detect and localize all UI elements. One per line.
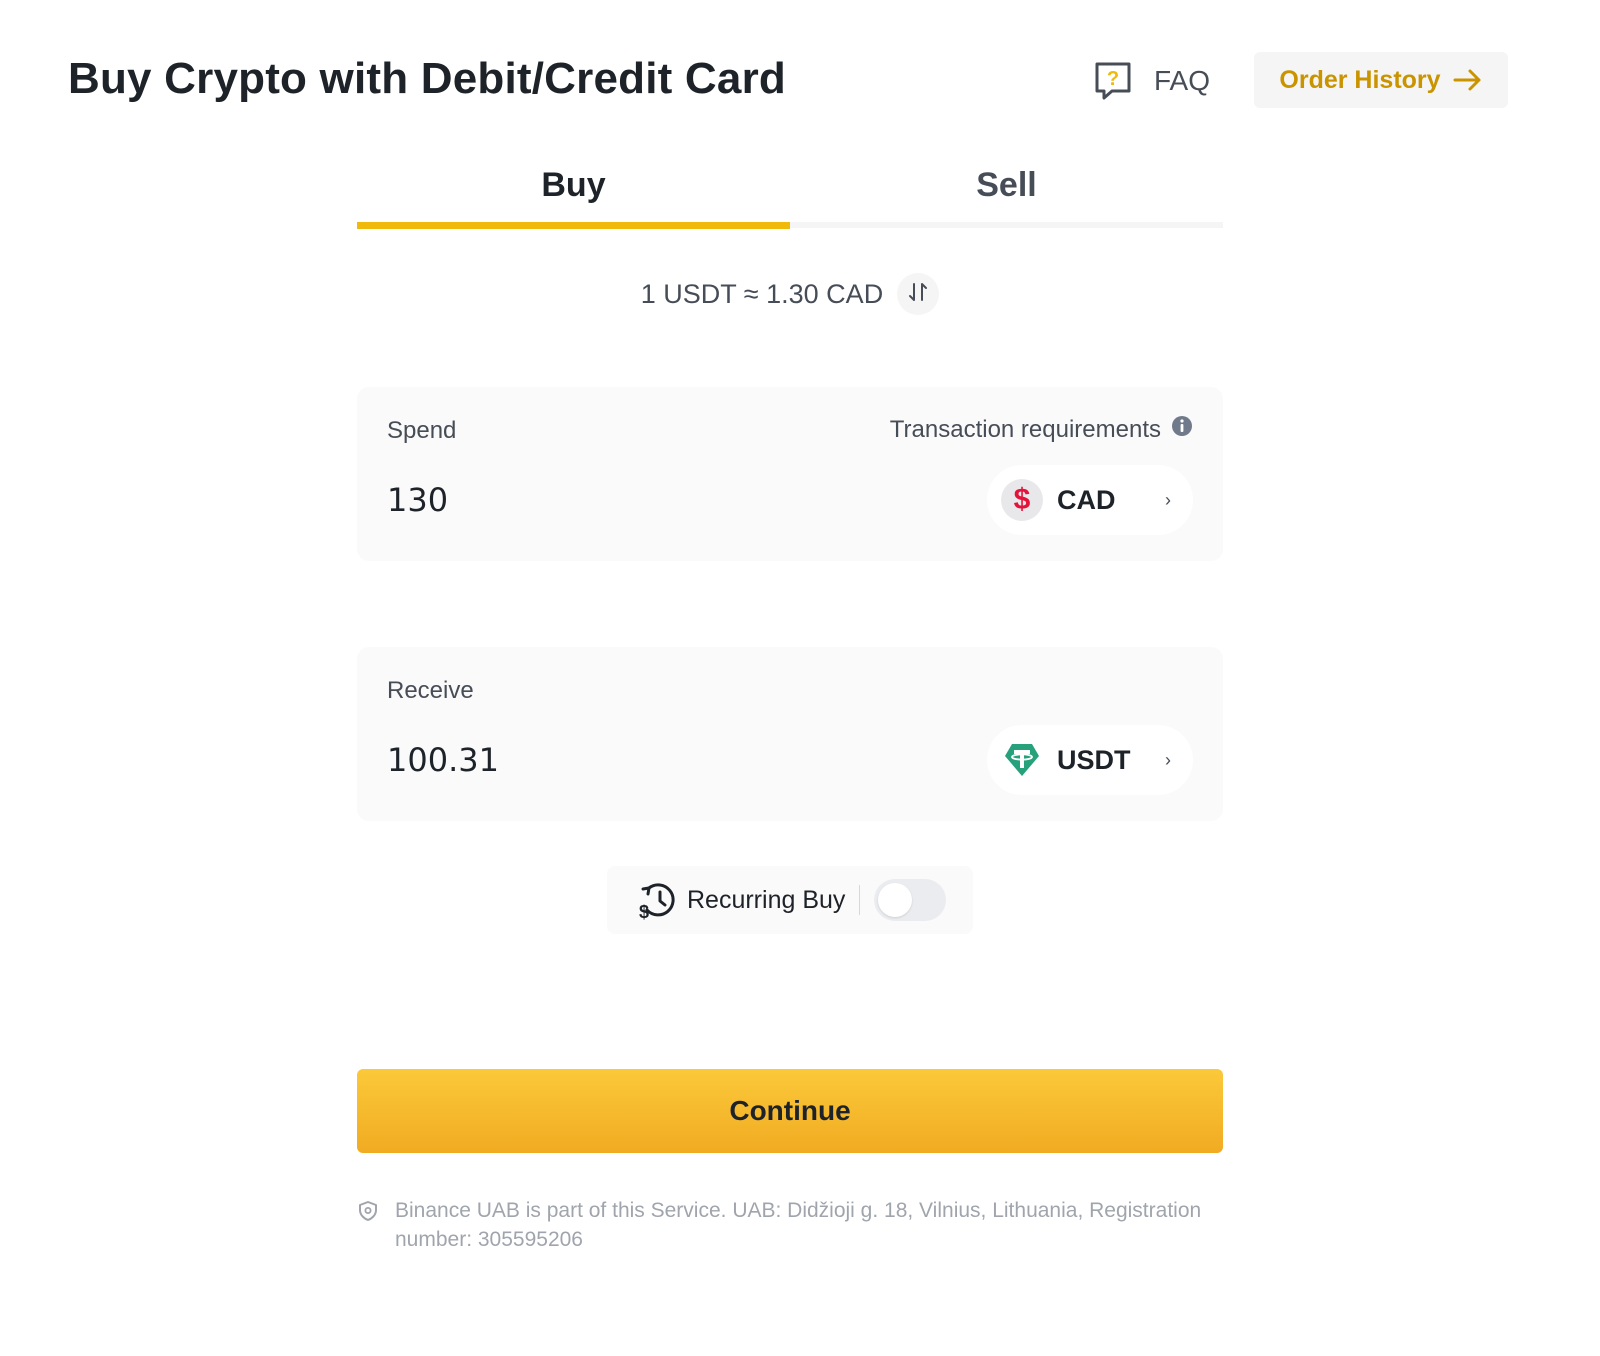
chevron-right-icon: › xyxy=(1165,749,1171,770)
receive-panel: Receive USDT › xyxy=(357,647,1223,821)
recurring-buy-label: Recurring Buy xyxy=(687,885,846,914)
swap-rate-button[interactable] xyxy=(897,273,940,315)
exchange-rate-text: 1 USDT ≈ 1.30 CAD xyxy=(640,278,884,309)
svg-text:?: ? xyxy=(1107,68,1119,90)
spend-panel: Spend Transaction requirements $ CAD › xyxy=(357,387,1223,561)
page-title: Buy Crypto with Debit/Credit Card xyxy=(68,54,786,103)
toggle-knob xyxy=(878,883,913,917)
receive-currency-select[interactable]: USDT › xyxy=(987,725,1193,795)
transaction-requirements[interactable]: Transaction requirements xyxy=(890,415,1193,444)
swap-arrows-icon xyxy=(908,281,928,308)
shield-icon xyxy=(357,1196,379,1222)
recurring-dollar-clock-icon: $ xyxy=(607,880,677,920)
tab-sell[interactable]: Sell xyxy=(790,150,1223,220)
arrow-right-icon xyxy=(1453,68,1483,92)
svg-text:$: $ xyxy=(639,902,649,920)
divider xyxy=(859,885,861,915)
disclaimer-text: Binance UAB is part of this Service. UAB… xyxy=(395,1199,1202,1251)
spend-label: Spend xyxy=(387,417,457,444)
info-icon xyxy=(1171,415,1193,444)
receive-amount-input[interactable] xyxy=(387,737,907,783)
tab-buy[interactable]: Buy xyxy=(357,150,790,220)
spend-amount-input[interactable] xyxy=(387,477,907,523)
chevron-right-icon: › xyxy=(1165,489,1171,510)
exchange-rate: 1 USDT ≈ 1.30 CAD xyxy=(357,272,1223,316)
order-history-label: Order History xyxy=(1279,65,1441,94)
disclaimer: Binance UAB is part of this Service. UAB… xyxy=(357,1196,1223,1254)
order-history-button[interactable]: Order History xyxy=(1254,52,1508,108)
receive-label: Receive xyxy=(387,677,474,704)
tab-active-indicator xyxy=(357,222,790,229)
faq-link[interactable]: ? FAQ xyxy=(1094,56,1210,106)
transaction-requirements-label: Transaction requirements xyxy=(889,415,1161,443)
spend-currency-select[interactable]: $ CAD › xyxy=(987,465,1193,535)
recurring-buy-toggle[interactable] xyxy=(874,879,947,921)
spend-currency-code: CAD xyxy=(1057,484,1116,515)
faq-label: FAQ xyxy=(1154,65,1211,96)
tether-icon xyxy=(1001,739,1043,781)
buy-sell-tabs: Buy Sell xyxy=(357,150,1223,230)
question-bubble-icon: ? xyxy=(1094,61,1132,101)
recurring-buy: $ Recurring Buy xyxy=(607,866,973,934)
dollar-sign-icon: $ xyxy=(1001,479,1043,521)
receive-currency-code: USDT xyxy=(1057,744,1131,775)
continue-button[interactable]: Continue xyxy=(357,1069,1223,1153)
